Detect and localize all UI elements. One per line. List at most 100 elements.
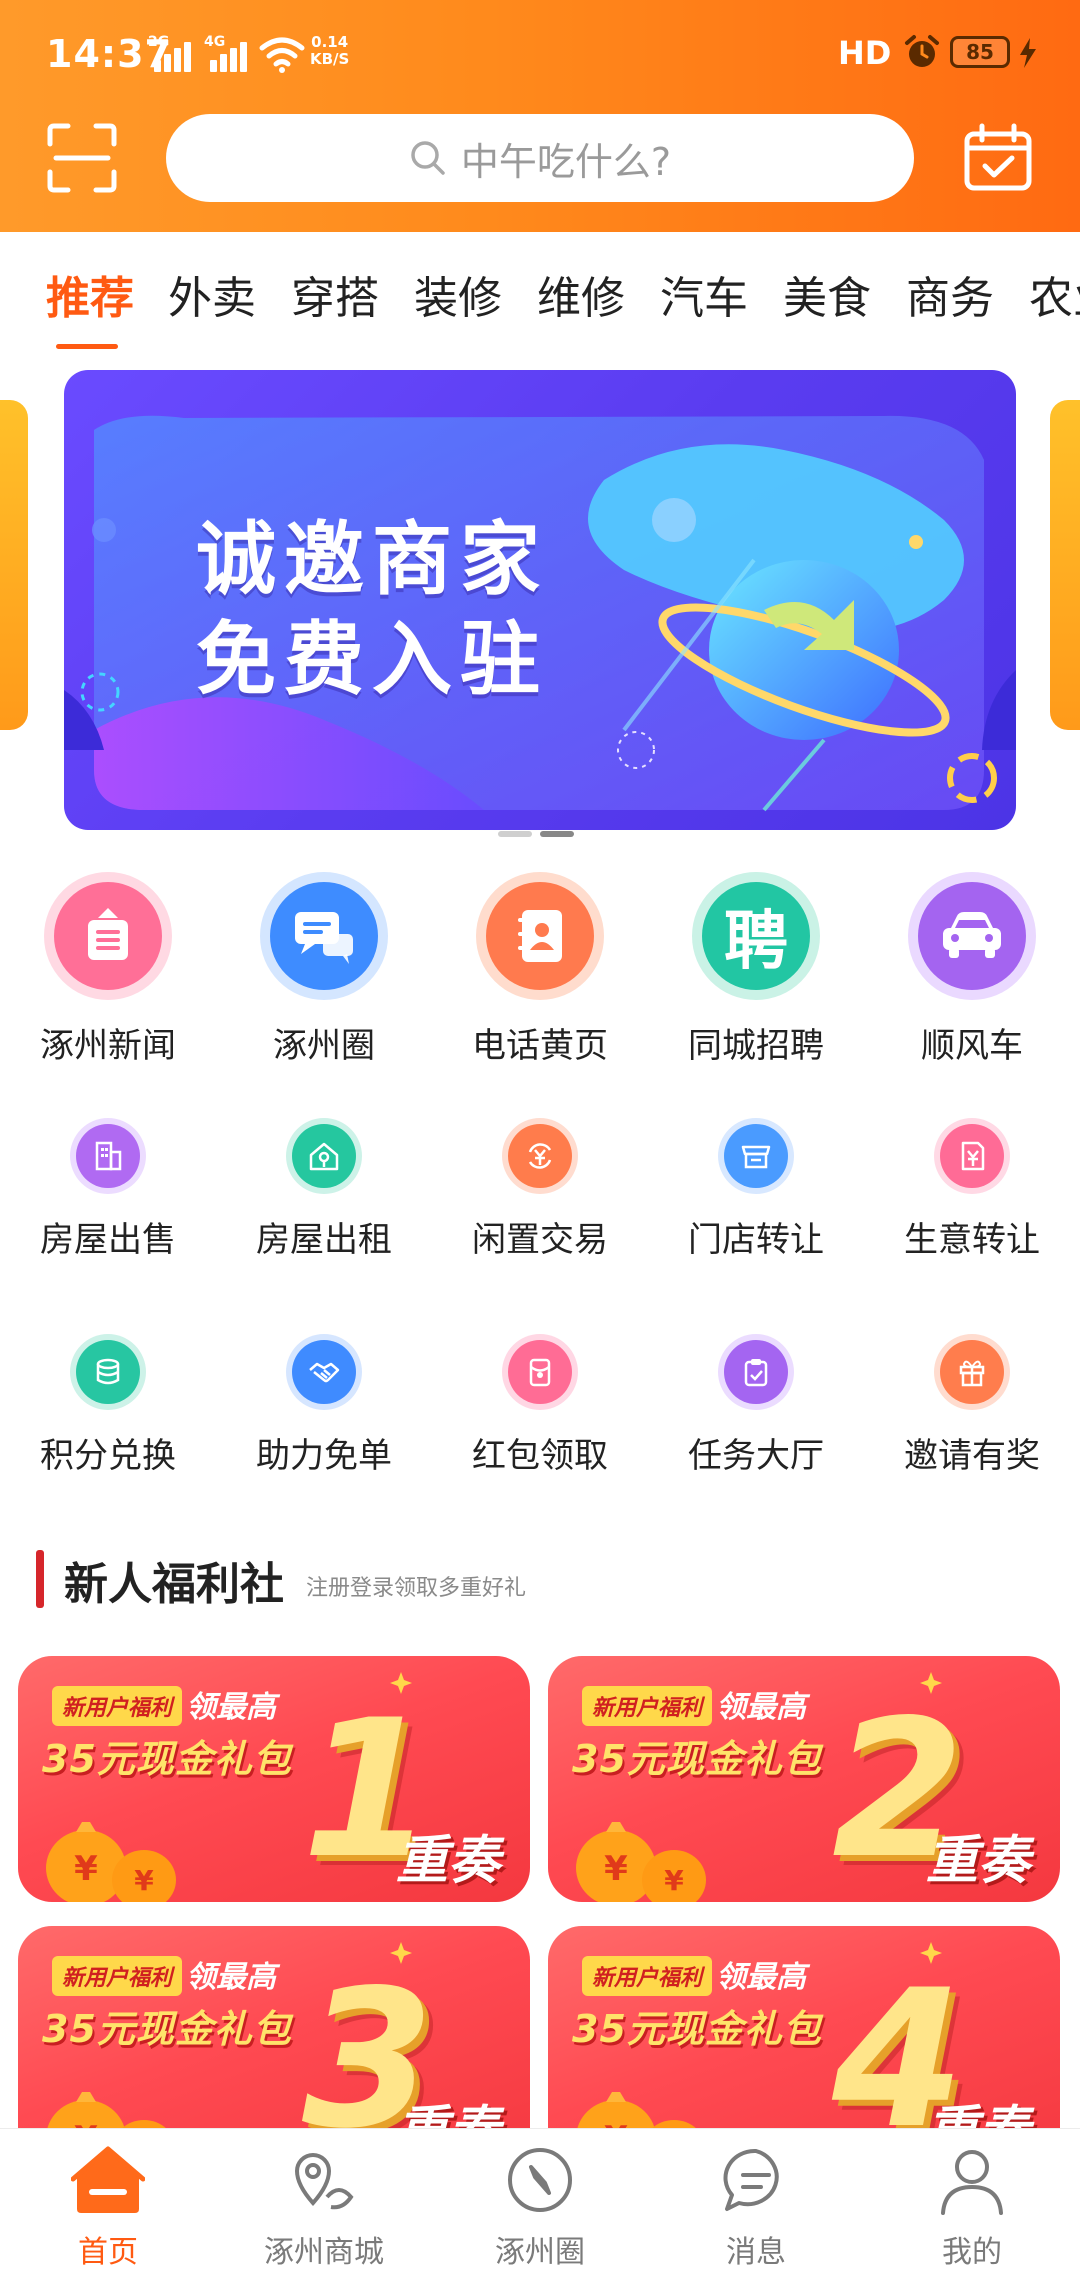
tab-repair[interactable]: 维修 <box>537 262 625 326</box>
calendar-check-icon[interactable] <box>962 122 1034 194</box>
store-icon <box>718 1118 794 1194</box>
bottom-nav: 首页 涿州商城 涿州圈 消息 我的 <box>0 2128 1080 2280</box>
tab-takeout[interactable]: 外卖 <box>168 262 256 326</box>
contact-book-icon <box>476 872 604 1000</box>
nav-label: 涿州圈 <box>495 2235 585 2270</box>
grid-item-label: 电话黄页 <box>472 1026 608 1066</box>
grid-item-assist-free[interactable]: 助力免单 <box>216 1334 432 1477</box>
signal-label: 4G <box>204 34 226 50</box>
search-icon <box>411 141 445 175</box>
nav-label: 我的 <box>942 2235 1002 2270</box>
red-packet-icon <box>502 1334 578 1410</box>
tab-food[interactable]: 美食 <box>783 262 871 326</box>
grid-item-invite-reward[interactable]: 邀请有奖 <box>864 1334 1080 1477</box>
home-icon <box>70 2146 146 2213</box>
banner-prev-peek <box>0 400 28 730</box>
tab-recommend[interactable]: 推荐 <box>46 262 134 326</box>
banner-title-line2: 免费入驻 <box>196 613 548 706</box>
scan-icon[interactable] <box>46 122 118 194</box>
section-subtitle: 注册登录领取多重好礼 <box>306 1576 527 1601</box>
net-speed-value: 0.14 <box>311 33 349 51</box>
tab-outfit[interactable]: 穿搭 <box>291 262 379 326</box>
spark-icon <box>390 1672 412 1694</box>
promo-top-text: 领最高 <box>716 1960 806 1995</box>
spark-icon <box>390 1942 412 1964</box>
message-icon <box>723 2148 779 2211</box>
grid-item-points-exchange[interactable]: 积分兑换 <box>0 1334 216 1477</box>
grid-item-news[interactable]: 涿州新闻 <box>0 872 216 1067</box>
banner-next-peek <box>1050 400 1080 730</box>
chat-icon <box>260 872 388 1000</box>
nav-label: 消息 <box>726 2235 786 2270</box>
nav-profile[interactable]: 我的 <box>864 2143 1080 2279</box>
grid-item-task-hall[interactable]: 任务大厅 <box>648 1334 864 1477</box>
car-icon <box>908 872 1036 1000</box>
signal-icon: 2G <box>148 34 206 72</box>
header: 14:37 2G 4G 0.14 KB/S HD 85 中午吃什么? <box>0 0 1080 232</box>
tab-business[interactable]: 商务 <box>906 262 994 326</box>
grid-item-label: 生意转让 <box>904 1220 1040 1260</box>
section-accent-bar <box>36 1550 44 1608</box>
signal-icon: 4G <box>204 34 262 72</box>
battery-indicator: 85 <box>950 36 1010 68</box>
grid-item-house-rent[interactable]: 房屋出租 <box>216 1118 432 1261</box>
svg-text:¥: ¥ <box>664 1864 684 1897</box>
compass-icon <box>508 2148 572 2212</box>
grid-item-business-transfer[interactable]: 生意转让 <box>864 1118 1080 1261</box>
yuan-cycle-icon <box>502 1118 578 1194</box>
promo-top-text: 领最高 <box>186 1960 276 1995</box>
grid-item-jobs[interactable]: 聘 同城招聘 <box>648 872 864 1067</box>
house-icon <box>286 1118 362 1194</box>
alarm-icon <box>905 35 939 67</box>
grid-item-yellow-pages[interactable]: 电话黄页 <box>432 872 648 1067</box>
spark-icon <box>920 1942 942 1964</box>
search-input[interactable]: 中午吃什么? <box>166 114 914 202</box>
grid-item-zhuozhou-circle[interactable]: 涿州圈 <box>216 872 432 1067</box>
handshake-icon <box>286 1334 362 1410</box>
grid-item-label: 同城招聘 <box>688 1026 824 1066</box>
wifi-icon <box>259 37 305 73</box>
grid-item-label: 顺风车 <box>921 1026 1023 1066</box>
grid-item-label: 涿州圈 <box>273 1026 375 1066</box>
banner-carousel[interactable]: 诚邀商家 免费入驻 <box>0 370 1080 840</box>
banner-title-line1: 诚邀商家 <box>196 513 548 606</box>
grid-item-store-transfer[interactable]: 门店转让 <box>648 1118 864 1261</box>
promo-badge: 新用户福利 <box>582 1686 713 1726</box>
tab-agriculture[interactable]: 农业 <box>1029 262 1080 326</box>
charging-icon <box>1020 38 1036 68</box>
spark-icon <box>920 1672 942 1694</box>
banner-dot <box>498 831 532 837</box>
banner-slide[interactable]: 诚邀商家 免费入驻 <box>64 370 1016 830</box>
grid-item-red-packet[interactable]: 红包领取 <box>432 1334 648 1477</box>
net-speed-unit: KB/S <box>310 50 350 68</box>
tab-renovation[interactable]: 装修 <box>414 262 502 326</box>
grid-item-second-hand[interactable]: 闲置交易 <box>432 1118 648 1261</box>
promo-tail-text: 重奏 <box>396 1831 501 1891</box>
grid-item-label: 房屋出售 <box>40 1220 176 1260</box>
tab-auto[interactable]: 汽车 <box>660 262 748 326</box>
news-icon <box>44 872 172 1000</box>
nav-messages[interactable]: 消息 <box>648 2143 864 2279</box>
status-bar: 14:37 2G 4G 0.14 KB/S HD 85 <box>0 0 1080 100</box>
recruit-icon: 聘 <box>692 872 820 1000</box>
banner-pagination <box>498 822 582 837</box>
promo-badge: 新用户福利 <box>52 1956 183 1996</box>
promo-badge: 新用户福利 <box>582 1956 713 1996</box>
grid-item-carpool[interactable]: 顺风车 <box>864 872 1080 1067</box>
banner-dot-active <box>540 831 574 837</box>
grid-item-label: 任务大厅 <box>688 1436 824 1476</box>
nav-circle[interactable]: 涿州圈 <box>432 2143 648 2279</box>
nav-label: 涿州商城 <box>264 2235 384 2270</box>
nav-label: 首页 <box>78 2235 138 2270</box>
grid-item-label: 积分兑换 <box>40 1436 176 1476</box>
money-bag-icon: ¥ ¥ <box>576 1822 706 1902</box>
nav-home[interactable]: 首页 <box>0 2143 216 2279</box>
clipboard-icon <box>718 1334 794 1410</box>
grid-item-house-sale[interactable]: 房屋出售 <box>0 1118 216 1261</box>
nav-mall[interactable]: 涿州商城 <box>216 2143 432 2279</box>
promo-card[interactable]: 新用户福利 领最高 35元现金礼包 1 重奏 ¥ ¥ <box>18 1656 530 1902</box>
feature-grid-row-1: 涿州新闻 涿州圈 电话黄页 聘 同城招聘 顺风车 <box>0 872 1080 1072</box>
promo-card[interactable]: 新用户福利 领最高 35元现金礼包 2 重奏 ¥ ¥ <box>548 1656 1060 1902</box>
signal-label: 2G <box>148 34 170 50</box>
section-title: 新人福利社 <box>64 1559 284 1610</box>
